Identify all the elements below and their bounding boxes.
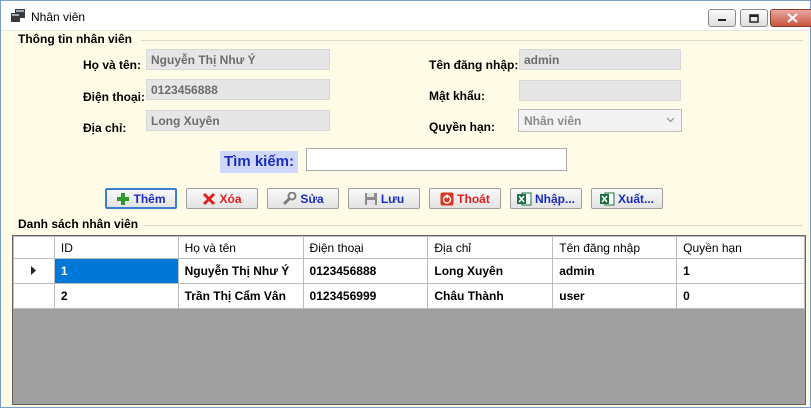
username-label: Tên đăng nhập: xyxy=(429,58,519,72)
search-input[interactable] xyxy=(306,148,567,171)
save-button-label: Lưu xyxy=(380,191,405,206)
add-button-label: Thêm xyxy=(133,191,166,206)
wrench-icon xyxy=(283,191,297,205)
employee-window: Nhân viên Thông tin nhân viên Họ và tên:… xyxy=(0,0,811,408)
table-cell[interactable]: 0 xyxy=(676,283,805,309)
info-group-border xyxy=(141,40,803,41)
password-field[interactable] xyxy=(519,80,681,101)
maximize-button[interactable] xyxy=(740,9,768,27)
table-cell[interactable]: 1 xyxy=(676,258,805,284)
edit-button-label: Sửa xyxy=(300,191,324,206)
minimize-icon xyxy=(718,19,726,21)
phone-field[interactable]: 0123456888 xyxy=(146,79,330,100)
username-field[interactable]: admin xyxy=(519,49,681,70)
add-button[interactable]: Thêm xyxy=(105,188,177,209)
plus-icon xyxy=(117,192,130,205)
excel-icon xyxy=(516,192,532,205)
floppy-disk-icon xyxy=(364,192,377,205)
password-label: Mật khẩu: xyxy=(429,89,486,103)
row-header-corner xyxy=(13,236,55,259)
close-icon xyxy=(786,13,798,23)
column-header[interactable]: ID xyxy=(53,236,179,259)
column-header[interactable]: Điện thoại xyxy=(302,236,429,259)
save-button[interactable]: Lưu xyxy=(348,188,420,209)
table-cell[interactable]: 2 xyxy=(53,283,179,309)
table-header-row: ID Họ và tên Điện thoại Địa chỉ Tên đăng… xyxy=(13,236,805,259)
role-dropdown[interactable]: Nhân viên xyxy=(518,109,682,132)
table-cell[interactable]: 0123456888 xyxy=(302,258,429,284)
employee-data-grid[interactable]: ID Họ và tên Điện thoại Địa chỉ Tên đăng… xyxy=(12,235,806,405)
delete-button[interactable]: Xóa xyxy=(186,188,258,209)
list-group-border xyxy=(143,225,803,226)
role-label: Quyền hạn: xyxy=(429,120,496,134)
table-cell[interactable]: 0123456999 xyxy=(302,283,429,309)
info-group-title: Thông tin nhân viên xyxy=(18,32,132,46)
table-cell[interactable]: 1 xyxy=(53,258,179,284)
chevron-down-icon xyxy=(666,117,675,123)
import-button[interactable]: Nhập... xyxy=(510,188,582,209)
address-field[interactable]: Long Xuyên xyxy=(146,110,330,131)
employee-table: ID Họ và tên Điện thoại Địa chỉ Tên đăng… xyxy=(13,236,805,309)
table-row[interactable]: 1 Nguyễn Thị Như Ý 0123456888 Long Xuyên… xyxy=(13,258,805,284)
phone-label: Điện thoại: xyxy=(83,90,145,104)
table-cell[interactable]: Châu Thành xyxy=(427,283,554,309)
role-selected-value: Nhân viên xyxy=(524,114,582,128)
column-header[interactable]: Họ và tên xyxy=(177,236,304,259)
table-row[interactable]: 2 Trần Thị Cẩm Vân 0123456999 Châu Thành… xyxy=(13,283,805,309)
column-header[interactable]: Địa chỉ xyxy=(427,236,554,259)
import-button-label: Nhập... xyxy=(534,191,575,206)
table-cell[interactable]: Nguyễn Thị Như Ý xyxy=(177,258,304,284)
delete-x-icon xyxy=(203,192,216,205)
column-header[interactable]: Tên đăng nhập xyxy=(552,236,678,259)
row-header[interactable] xyxy=(13,283,55,309)
window-app-icon xyxy=(11,9,25,22)
export-button-label: Xuất... xyxy=(617,191,654,206)
excel-icon xyxy=(599,192,615,205)
power-icon xyxy=(440,192,454,205)
list-group-title: Danh sách nhân viên xyxy=(18,217,139,231)
address-label: Địa chỉ: xyxy=(83,121,127,135)
name-field[interactable]: Nguyễn Thị Như Ý xyxy=(146,49,330,70)
export-button[interactable]: Xuất... xyxy=(591,188,663,209)
close-window-button[interactable] xyxy=(770,9,811,27)
row-header[interactable] xyxy=(13,258,55,284)
window-title: Nhân viên xyxy=(31,10,86,24)
exit-button[interactable]: Thoát xyxy=(429,188,501,209)
column-header[interactable]: Quyền hạn xyxy=(676,236,805,259)
edit-button[interactable]: Sửa xyxy=(267,188,339,209)
table-cell[interactable]: Trần Thị Cẩm Vân xyxy=(177,283,304,309)
minimize-button[interactable] xyxy=(708,9,736,27)
table-cell[interactable]: user xyxy=(552,283,678,309)
table-cell[interactable]: Long Xuyên xyxy=(427,258,554,284)
current-row-arrow-icon xyxy=(30,266,36,275)
name-label: Họ và tên: xyxy=(83,58,142,72)
title-bar[interactable]: Nhân viên xyxy=(1,1,811,31)
exit-button-label: Thoát xyxy=(457,191,490,206)
maximize-icon xyxy=(749,13,759,23)
table-cell[interactable]: admin xyxy=(552,258,678,284)
search-label: Tìm kiếm: xyxy=(220,151,299,173)
delete-button-label: Xóa xyxy=(219,191,242,206)
